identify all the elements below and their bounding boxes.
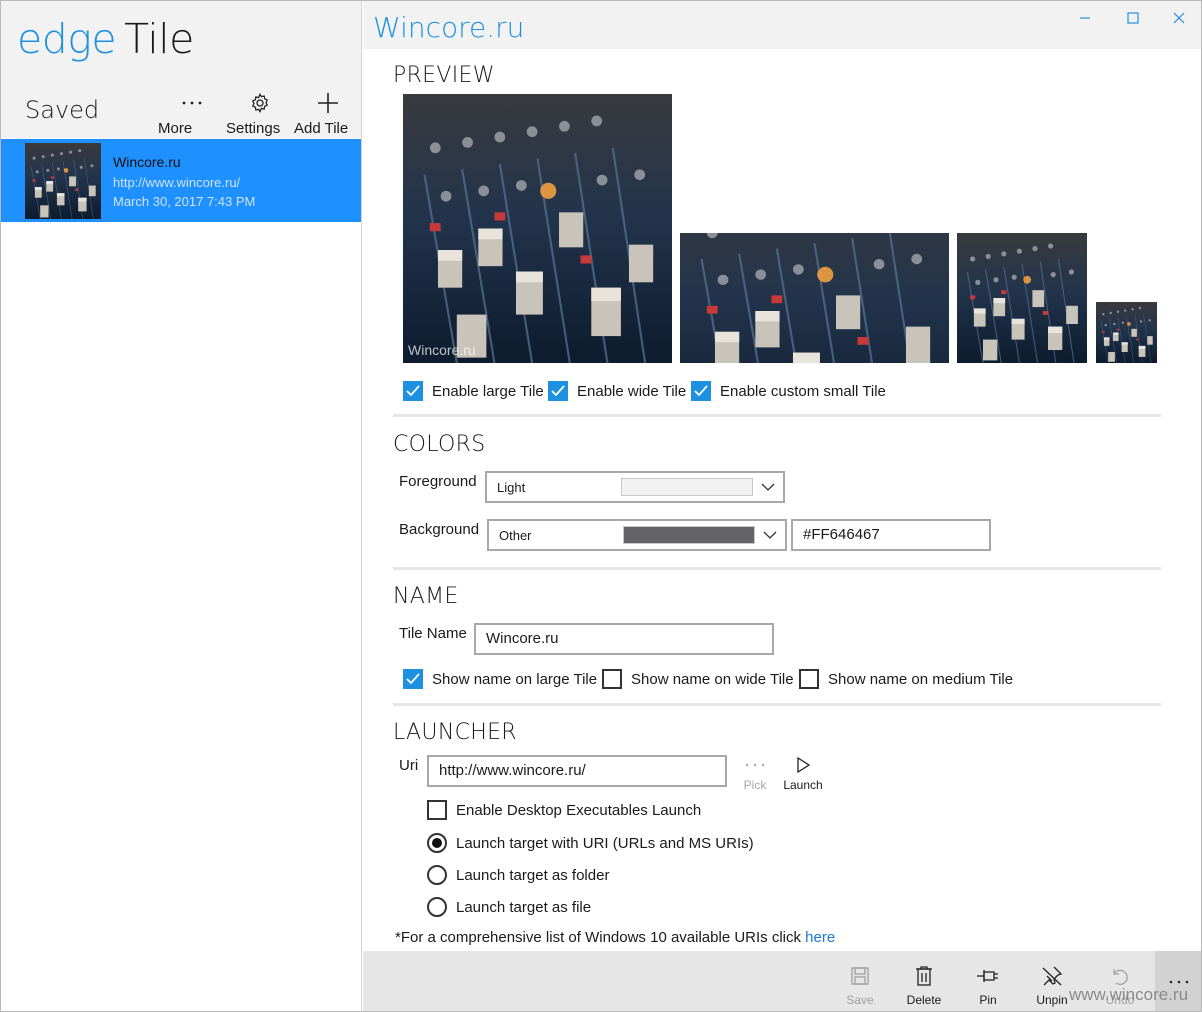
more-icon xyxy=(735,755,775,775)
enable-large-tile-checkbox[interactable]: Enable large Tile xyxy=(403,381,544,401)
section-divider xyxy=(393,414,1161,417)
app-window: edge Tile Saved More Settings Add Tile W… xyxy=(0,0,1202,1012)
tile-name-input[interactable]: Wincore.ru xyxy=(474,623,774,655)
checkmark-icon xyxy=(548,381,568,401)
save-button[interactable]: Save xyxy=(832,963,888,1007)
uri-help-note: *For a comprehensive list of Windows 10 … xyxy=(395,929,836,946)
enable-small-tile-checkbox[interactable]: Enable custom small Tile xyxy=(691,381,886,401)
chevron-down-icon xyxy=(761,483,775,491)
saved-title: Saved xyxy=(25,96,100,124)
show-name-large-checkbox[interactable]: Show name on large Tile xyxy=(403,669,597,689)
section-divider xyxy=(393,567,1161,570)
title-bar: Wincore.ru xyxy=(363,1,1201,49)
tile-name-label: Tile Name xyxy=(399,625,467,642)
background-select[interactable]: Other xyxy=(487,519,787,551)
show-name-wide-checkbox[interactable]: Show name on wide Tile xyxy=(602,669,794,689)
background-label: Background xyxy=(399,521,480,538)
plus-icon xyxy=(294,91,362,115)
uri-label: Uri xyxy=(399,757,419,774)
foreground-swatch xyxy=(621,478,753,496)
enable-wide-tile-checkbox[interactable]: Enable wide Tile xyxy=(548,381,686,401)
add-tile-button[interactable]: Add Tile xyxy=(294,91,362,137)
more-button[interactable]: More xyxy=(158,91,226,137)
maximize-icon[interactable] xyxy=(1123,9,1143,27)
section-divider xyxy=(393,703,1161,706)
wide-tile-preview xyxy=(680,233,949,363)
left-header: edge Tile Saved More Settings Add Tile xyxy=(1,1,361,138)
small-tile-preview xyxy=(1096,302,1157,363)
pick-button[interactable]: Pick xyxy=(735,755,775,792)
checkmark-icon xyxy=(403,381,423,401)
delete-button[interactable]: Delete xyxy=(896,963,952,1007)
site-watermark: www.wincore.ru xyxy=(1069,985,1189,1004)
pin-button[interactable]: Pin xyxy=(960,963,1016,1007)
enable-desktop-exec-checkbox[interactable]: Enable Desktop Executables Launch xyxy=(427,800,701,820)
large-tile-preview: Wincore.ru xyxy=(403,94,672,363)
play-icon xyxy=(783,755,823,775)
editor-pane: Wincore.ru PREVIEW Wincore.ru Enable lar… xyxy=(363,1,1201,1011)
gear-icon xyxy=(226,91,294,115)
colors-heading: COLORS xyxy=(393,432,486,457)
app-logo: edge Tile xyxy=(17,15,194,63)
tile-thumbnail xyxy=(25,143,101,219)
more-icon xyxy=(158,91,226,115)
radio-launch-uri[interactable]: Launch target with URI (URLs and MS URIs… xyxy=(427,833,754,853)
saved-list-item[interactable]: Wincore.ru http://www.wincore.ru/ March … xyxy=(1,139,361,222)
saved-item-date: March 30, 2017 7:43 PM xyxy=(113,194,256,209)
window-title: Wincore.ru xyxy=(373,11,525,44)
minimize-icon[interactable] xyxy=(1075,9,1095,27)
medium-tile-preview xyxy=(957,233,1087,363)
uri-input[interactable]: http://www.wincore.ru/ xyxy=(427,755,727,787)
trash-icon xyxy=(896,963,952,989)
saved-item-title: Wincore.ru xyxy=(113,154,181,170)
left-pane: edge Tile Saved More Settings Add Tile W… xyxy=(1,1,362,1011)
uri-help-link[interactable]: here xyxy=(805,929,835,946)
foreground-select[interactable]: Light xyxy=(485,471,785,503)
foreground-label: Foreground xyxy=(399,473,477,490)
radio-launch-file[interactable]: Launch target as file xyxy=(427,897,591,917)
show-name-medium-checkbox[interactable]: Show name on medium Tile xyxy=(799,669,1013,689)
chevron-down-icon xyxy=(763,531,777,539)
launch-button[interactable]: Launch xyxy=(783,755,823,792)
tile-name-overlay: Wincore.ru xyxy=(408,342,476,358)
settings-button[interactable]: Settings xyxy=(226,91,294,137)
launcher-heading: LAUNCHER xyxy=(393,720,517,745)
name-heading: NAME xyxy=(393,584,459,609)
background-hex-input[interactable]: #FF646467 xyxy=(791,519,991,551)
saved-item-url: http://www.wincore.ru/ xyxy=(113,175,241,190)
preview-heading: PREVIEW xyxy=(393,63,495,88)
close-icon[interactable] xyxy=(1169,9,1189,27)
radio-launch-folder[interactable]: Launch target as folder xyxy=(427,865,609,885)
checkmark-icon xyxy=(403,669,423,689)
pin-icon xyxy=(960,963,1016,989)
checkmark-icon xyxy=(691,381,711,401)
background-swatch xyxy=(623,526,755,544)
save-icon xyxy=(832,963,888,989)
